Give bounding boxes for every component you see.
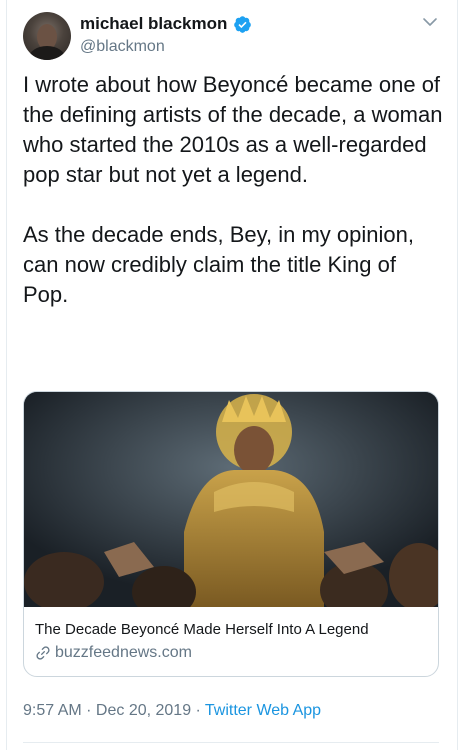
link-preview-image[interactable] [24,392,438,618]
link-preview-card[interactable]: The Decade Beyoncé Made Herself Into A L… [23,391,439,677]
tweet-text: I wrote about how Beyoncé became one of … [23,72,443,307]
tweet-timestamp[interactable]: 9:57 AM · Dec 20, 2019 · [23,702,201,720]
avatar-body [29,46,65,60]
author-name-row[interactable]: michael blackmon [80,14,252,34]
avatar[interactable] [23,12,71,60]
link-preview-domain-row[interactable]: buzzfeednews.com [35,644,192,662]
tweet-source-link[interactable]: Twitter Web App [205,702,321,720]
author-handle[interactable]: @blackmon [80,38,165,56]
link-icon [36,646,50,660]
link-preview-title[interactable]: The Decade Beyoncé Made Herself Into A L… [35,621,369,638]
verified-badge-icon [234,15,252,33]
author-display-name[interactable]: michael blackmon [80,14,227,34]
link-preview-domain: buzzfeednews.com [55,644,192,661]
chevron-down-icon[interactable] [422,14,438,30]
performer-illustration [24,392,438,618]
divider [23,742,439,743]
tweet-meta: 9:57 AM · Dec 20, 2019 · Twitter Web App [23,702,321,720]
